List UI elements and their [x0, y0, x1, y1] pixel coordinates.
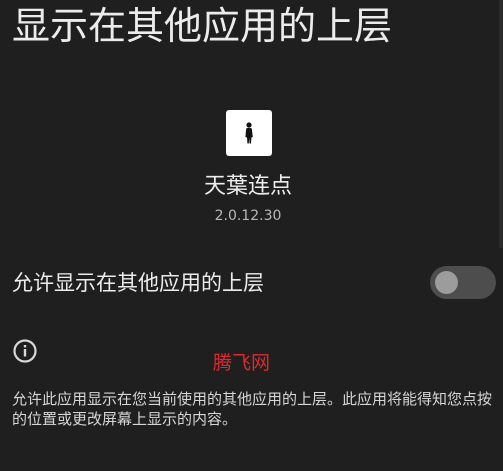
permission-description: 允许此应用显示在您当前使用的其他应用的上层。此应用将能得知您点按的位置或更改屏幕… — [12, 390, 493, 428]
scrollbar[interactable] — [499, 0, 503, 248]
overlay-permission-row[interactable]: 允许显示在其他应用的上层 — [0, 258, 503, 308]
overlay-permission-label: 允许显示在其他应用的上层 — [12, 271, 264, 295]
person-figure-icon — [245, 122, 253, 144]
switch-thumb — [435, 271, 458, 294]
app-icon — [226, 110, 272, 156]
app-name: 天葉连点 — [203, 174, 292, 199]
watermark-text: 腾飞网 — [213, 352, 271, 374]
app-version: 2.0.12.30 — [214, 208, 282, 224]
overlay-permission-switch[interactable] — [430, 266, 496, 299]
page-title: 显示在其他应用的上层 — [12, 4, 393, 48]
info-icon — [12, 338, 38, 364]
